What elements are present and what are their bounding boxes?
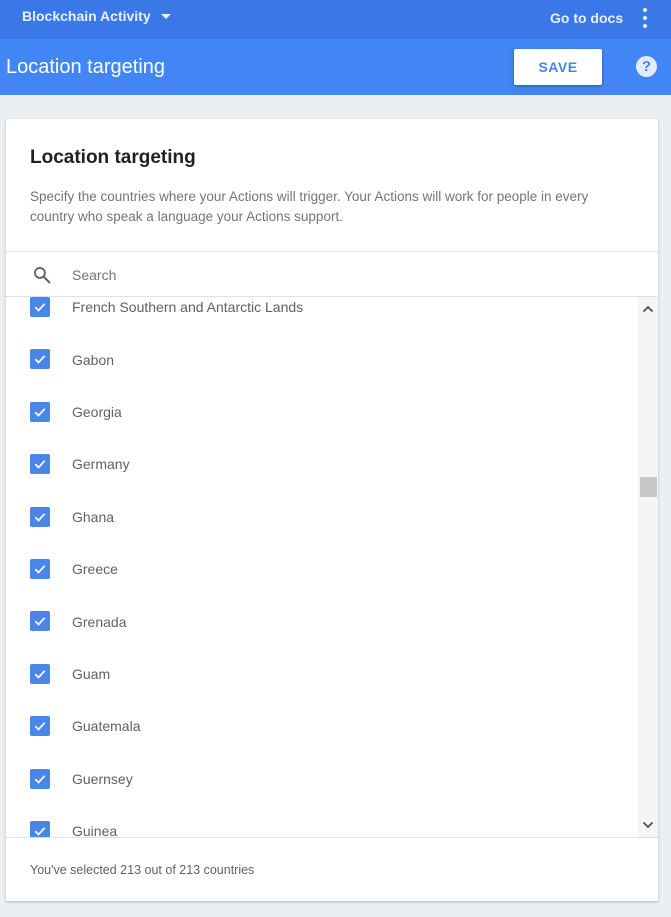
check-icon xyxy=(34,303,46,312)
country-list-items: French Southern and Antarctic Lands Gabon… xyxy=(6,297,638,837)
go-to-docs-link[interactable]: Go to docs xyxy=(550,0,623,35)
scroll-thumb[interactable] xyxy=(640,477,657,497)
card-description: Specify the countries where your Actions… xyxy=(30,189,589,224)
country-checkbox[interactable] xyxy=(30,401,50,422)
country-row[interactable]: Guinea xyxy=(6,805,638,837)
country-label: Guinea xyxy=(72,823,118,837)
page-title: Location targeting xyxy=(6,55,166,78)
search-icon xyxy=(34,267,51,284)
save-button[interactable]: SAVE xyxy=(514,49,602,85)
check-icon xyxy=(34,355,46,365)
country-row[interactable]: Germany xyxy=(6,438,638,490)
country-row[interactable]: Ghana xyxy=(6,491,638,543)
selection-footer: You've selected 213 out of 213 countries xyxy=(6,837,658,901)
selection-count: You've selected 213 out of 213 countries xyxy=(30,863,255,877)
country-label: Guernsey xyxy=(72,770,133,787)
help-icon[interactable]: ? xyxy=(636,56,657,77)
country-checkbox[interactable] xyxy=(30,506,50,527)
country-checkbox[interactable] xyxy=(30,820,50,837)
chevron-up-icon[interactable] xyxy=(638,299,658,319)
check-icon xyxy=(34,565,46,574)
country-label: Guam xyxy=(72,665,111,682)
top-bar: Blockchain Activity Go to docs xyxy=(0,0,671,39)
check-icon xyxy=(34,460,46,469)
project-name: Blockchain Activity xyxy=(22,7,151,24)
country-row[interactable]: Greece xyxy=(6,543,638,595)
search-bar xyxy=(6,251,658,297)
country-checkbox[interactable] xyxy=(30,768,50,789)
check-icon xyxy=(34,407,46,417)
country-row[interactable]: Grenada xyxy=(6,595,638,647)
country-label: Gabon xyxy=(72,351,115,368)
country-checkbox[interactable] xyxy=(30,297,50,317)
country-checkbox[interactable] xyxy=(30,454,50,475)
check-icon xyxy=(34,669,46,679)
card-title: Location targeting xyxy=(30,147,196,168)
check-icon xyxy=(34,722,46,731)
country-row[interactable]: Guam xyxy=(6,648,638,700)
country-row[interactable]: Gabon xyxy=(6,333,638,385)
country-list: French Southern and Antarctic Lands Gabon… xyxy=(6,297,658,837)
country-label: Greece xyxy=(72,561,118,578)
location-targeting-card: Location targeting Specify the countries… xyxy=(6,119,658,901)
country-checkbox[interactable] xyxy=(30,716,50,737)
check-icon xyxy=(34,774,46,784)
country-label: Grenada xyxy=(72,613,127,630)
country-label: Georgia xyxy=(72,403,122,420)
country-row[interactable]: Guernsey xyxy=(6,753,638,805)
country-checkbox[interactable] xyxy=(30,558,50,579)
country-row[interactable]: Georgia xyxy=(6,386,638,438)
chevron-down-icon[interactable] xyxy=(638,815,658,835)
country-label: Germany xyxy=(72,456,130,473)
search-input[interactable] xyxy=(72,260,632,290)
scrollbar[interactable] xyxy=(638,297,658,837)
country-checkbox[interactable] xyxy=(30,663,50,684)
chevron-down-icon xyxy=(160,13,171,19)
country-label: Ghana xyxy=(72,508,115,525)
country-row[interactable]: French Southern and Antarctic Lands xyxy=(6,297,638,333)
country-checkbox[interactable] xyxy=(30,349,50,370)
check-icon xyxy=(34,827,46,836)
country-checkbox[interactable] xyxy=(30,611,50,632)
check-icon xyxy=(34,512,46,522)
check-icon xyxy=(34,617,46,627)
more-vert-icon[interactable] xyxy=(641,8,649,28)
project-selector[interactable]: Blockchain Activity xyxy=(22,0,171,31)
page-header: Location targeting SAVE ? xyxy=(0,39,671,95)
country-row[interactable]: Guatemala xyxy=(6,700,638,752)
country-label: French Southern and Antarctic Lands xyxy=(72,299,304,316)
country-label: Guatemala xyxy=(72,718,141,735)
